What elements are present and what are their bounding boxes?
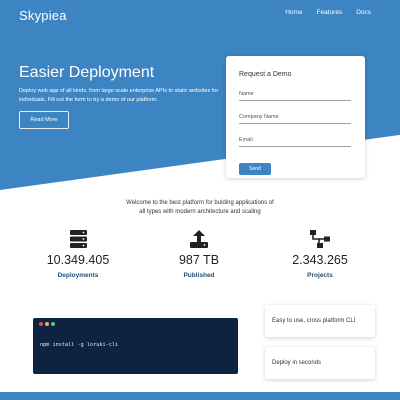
name-input[interactable]	[239, 88, 351, 101]
stat-published: 987 TB Published	[144, 230, 254, 279]
demo-form-title: Request a Demo	[239, 71, 292, 78]
stat-label: Deployments	[57, 272, 99, 279]
stat-value: 10.349.405	[46, 253, 110, 267]
demo-form-card: Request a Demo Send	[226, 56, 365, 178]
minimize-dot-icon	[45, 322, 49, 326]
welcome-line-2: all types with modern architecture and s…	[139, 209, 261, 215]
stat-label: Published	[183, 272, 215, 279]
stat-value: 2.343.265	[292, 253, 348, 267]
feature-text: Easy to use, cross platform CLI	[272, 318, 356, 324]
cli-command: npm install -g loruki-cli	[40, 342, 119, 348]
upload-icon	[190, 230, 208, 248]
server-icon	[69, 230, 87, 248]
nav-features[interactable]: Features	[317, 9, 343, 16]
stat-value: 987 TB	[178, 253, 220, 267]
read-more-button[interactable]: Read More	[19, 111, 69, 129]
close-dot-icon	[39, 322, 43, 326]
bottom-section-edge	[0, 392, 400, 400]
feature-card-deploy: Deploy in seconds	[265, 347, 375, 379]
welcome-text: Welcome to the best platform for bulding…	[100, 199, 300, 217]
stat-projects: 2.343.265 Projects	[265, 230, 375, 279]
brand-logo[interactable]: Skypiea	[19, 8, 67, 23]
stat-deployments: 10.349.405 Deployments	[23, 230, 133, 279]
main-nav: Home Features Docs	[285, 9, 371, 16]
feature-card-cli: Easy to use, cross platform CLI	[265, 305, 375, 337]
welcome-line-1: Welcome to the best platform for bulding…	[126, 200, 274, 206]
send-button[interactable]: Send	[239, 163, 271, 175]
company-name-input[interactable]	[239, 111, 351, 124]
maximize-dot-icon	[51, 322, 55, 326]
email-input[interactable]	[239, 134, 351, 147]
nav-docs[interactable]: Docs	[356, 9, 371, 16]
stat-label: Projects	[307, 272, 333, 279]
sitemap-icon	[310, 230, 330, 248]
hero-title: Easier Deployment	[19, 64, 155, 81]
nav-home[interactable]: Home	[285, 9, 302, 16]
feature-text: Deploy in seconds	[272, 360, 322, 366]
cli-terminal: npm install -g loruki-cli	[33, 318, 238, 374]
hero-description: Deploy web app of all kinds, from large …	[19, 88, 219, 103]
